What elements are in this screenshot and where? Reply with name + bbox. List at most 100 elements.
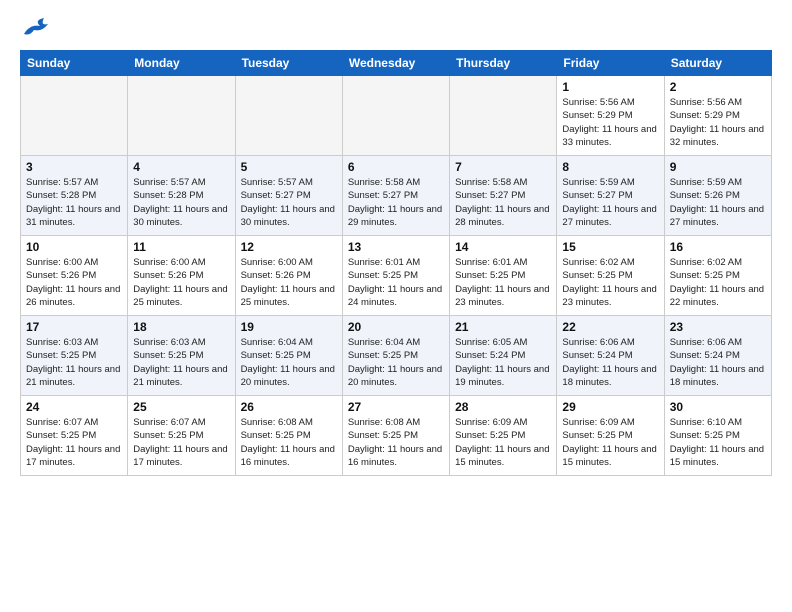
day-number: 19: [241, 320, 337, 334]
calendar-cell: 6 Sunrise: 5:58 AMSunset: 5:27 PMDaylight…: [342, 156, 449, 236]
day-number: 14: [455, 240, 551, 254]
day-number: 21: [455, 320, 551, 334]
day-info: Sunrise: 5:58 AMSunset: 5:27 PMDaylight:…: [348, 176, 444, 229]
day-number: 1: [562, 80, 658, 94]
calendar-cell: 20 Sunrise: 6:04 AMSunset: 5:25 PMDayligh…: [342, 316, 449, 396]
calendar-cell: 8 Sunrise: 5:59 AMSunset: 5:27 PMDaylight…: [557, 156, 664, 236]
day-info: Sunrise: 6:06 AMSunset: 5:24 PMDaylight:…: [670, 336, 766, 389]
day-number: 5: [241, 160, 337, 174]
weekday-thursday: Thursday: [450, 51, 557, 76]
calendar-cell: 23 Sunrise: 6:06 AMSunset: 5:24 PMDayligh…: [664, 316, 771, 396]
day-number: 20: [348, 320, 444, 334]
calendar-cell: 15 Sunrise: 6:02 AMSunset: 5:25 PMDayligh…: [557, 236, 664, 316]
calendar-cell: 2 Sunrise: 5:56 AMSunset: 5:29 PMDaylight…: [664, 76, 771, 156]
calendar-cell: 26 Sunrise: 6:08 AMSunset: 5:25 PMDayligh…: [235, 396, 342, 476]
day-info: Sunrise: 6:00 AMSunset: 5:26 PMDaylight:…: [26, 256, 122, 309]
day-number: 24: [26, 400, 122, 414]
weekday-monday: Monday: [128, 51, 235, 76]
day-info: Sunrise: 6:03 AMSunset: 5:25 PMDaylight:…: [133, 336, 229, 389]
day-info: Sunrise: 6:01 AMSunset: 5:25 PMDaylight:…: [455, 256, 551, 309]
day-number: 12: [241, 240, 337, 254]
calendar-cell: [450, 76, 557, 156]
calendar-cell: 3 Sunrise: 5:57 AMSunset: 5:28 PMDaylight…: [21, 156, 128, 236]
calendar-cell: 17 Sunrise: 6:03 AMSunset: 5:25 PMDayligh…: [21, 316, 128, 396]
calendar-row-5: 24 Sunrise: 6:07 AMSunset: 5:25 PMDayligh…: [21, 396, 772, 476]
day-info: Sunrise: 6:00 AMSunset: 5:26 PMDaylight:…: [241, 256, 337, 309]
day-info: Sunrise: 6:03 AMSunset: 5:25 PMDaylight:…: [26, 336, 122, 389]
day-info: Sunrise: 5:59 AMSunset: 5:27 PMDaylight:…: [562, 176, 658, 229]
day-number: 23: [670, 320, 766, 334]
calendar-cell: 22 Sunrise: 6:06 AMSunset: 5:24 PMDayligh…: [557, 316, 664, 396]
day-info: Sunrise: 6:00 AMSunset: 5:26 PMDaylight:…: [133, 256, 229, 309]
day-number: 4: [133, 160, 229, 174]
day-info: Sunrise: 6:09 AMSunset: 5:25 PMDaylight:…: [455, 416, 551, 469]
day-info: Sunrise: 6:06 AMSunset: 5:24 PMDaylight:…: [562, 336, 658, 389]
day-info: Sunrise: 5:56 AMSunset: 5:29 PMDaylight:…: [562, 96, 658, 149]
header: [20, 16, 772, 40]
calendar-cell: [235, 76, 342, 156]
day-number: 22: [562, 320, 658, 334]
calendar-cell: 14 Sunrise: 6:01 AMSunset: 5:25 PMDayligh…: [450, 236, 557, 316]
calendar-row-3: 10Sunrise: 6:00 AMSunset: 5:26 PMDayligh…: [21, 236, 772, 316]
day-number: 30: [670, 400, 766, 414]
day-info: Sunrise: 6:05 AMSunset: 5:24 PMDaylight:…: [455, 336, 551, 389]
day-number: 17: [26, 320, 122, 334]
day-number: 13: [348, 240, 444, 254]
day-info: Sunrise: 6:04 AMSunset: 5:25 PMDaylight:…: [348, 336, 444, 389]
calendar-row-4: 17 Sunrise: 6:03 AMSunset: 5:25 PMDayligh…: [21, 316, 772, 396]
calendar-cell: 1 Sunrise: 5:56 AMSunset: 5:29 PMDaylight…: [557, 76, 664, 156]
day-info: Sunrise: 6:10 AMSunset: 5:25 PMDaylight:…: [670, 416, 766, 469]
day-info: Sunrise: 6:08 AMSunset: 5:25 PMDaylight:…: [241, 416, 337, 469]
calendar-row-2: 3 Sunrise: 5:57 AMSunset: 5:28 PMDaylight…: [21, 156, 772, 236]
day-number: 26: [241, 400, 337, 414]
calendar-cell: 27Sunrise: 6:08 AMSunset: 5:25 PMDayligh…: [342, 396, 449, 476]
day-info: Sunrise: 5:59 AMSunset: 5:26 PMDaylight:…: [670, 176, 766, 229]
calendar-cell: [21, 76, 128, 156]
calendar-cell: 30 Sunrise: 6:10 AMSunset: 5:25 PMDayligh…: [664, 396, 771, 476]
day-number: 6: [348, 160, 444, 174]
weekday-wednesday: Wednesday: [342, 51, 449, 76]
calendar-table: SundayMondayTuesdayWednesdayThursdayFrid…: [20, 50, 772, 476]
day-number: 18: [133, 320, 229, 334]
day-number: 11: [133, 240, 229, 254]
calendar-cell: 11 Sunrise: 6:00 AMSunset: 5:26 PMDayligh…: [128, 236, 235, 316]
day-number: 29: [562, 400, 658, 414]
calendar-row-1: 1 Sunrise: 5:56 AMSunset: 5:29 PMDaylight…: [21, 76, 772, 156]
calendar-cell: 21 Sunrise: 6:05 AMSunset: 5:24 PMDayligh…: [450, 316, 557, 396]
day-number: 2: [670, 80, 766, 94]
day-info: Sunrise: 6:02 AMSunset: 5:25 PMDaylight:…: [670, 256, 766, 309]
day-info: Sunrise: 5:57 AMSunset: 5:28 PMDaylight:…: [26, 176, 122, 229]
day-number: 8: [562, 160, 658, 174]
day-number: 9: [670, 160, 766, 174]
day-info: Sunrise: 6:09 AMSunset: 5:25 PMDaylight:…: [562, 416, 658, 469]
day-info: Sunrise: 6:07 AMSunset: 5:25 PMDaylight:…: [26, 416, 122, 469]
weekday-header-row: SundayMondayTuesdayWednesdayThursdayFrid…: [21, 51, 772, 76]
calendar-cell: 19Sunrise: 6:04 AMSunset: 5:25 PMDayligh…: [235, 316, 342, 396]
calendar-cell: 7 Sunrise: 5:58 AMSunset: 5:27 PMDaylight…: [450, 156, 557, 236]
day-number: 16: [670, 240, 766, 254]
calendar-cell: 28 Sunrise: 6:09 AMSunset: 5:25 PMDayligh…: [450, 396, 557, 476]
calendar-cell: 16 Sunrise: 6:02 AMSunset: 5:25 PMDayligh…: [664, 236, 771, 316]
day-info: Sunrise: 5:57 AMSunset: 5:28 PMDaylight:…: [133, 176, 229, 229]
day-info: Sunrise: 6:07 AMSunset: 5:25 PMDaylight:…: [133, 416, 229, 469]
day-info: Sunrise: 6:02 AMSunset: 5:25 PMDaylight:…: [562, 256, 658, 309]
day-info: Sunrise: 5:57 AMSunset: 5:27 PMDaylight:…: [241, 176, 337, 229]
calendar-cell: 24 Sunrise: 6:07 AMSunset: 5:25 PMDayligh…: [21, 396, 128, 476]
calendar-cell: [128, 76, 235, 156]
day-number: 15: [562, 240, 658, 254]
calendar-cell: 5 Sunrise: 5:57 AMSunset: 5:27 PMDaylight…: [235, 156, 342, 236]
day-number: 3: [26, 160, 122, 174]
day-number: 28: [455, 400, 551, 414]
day-info: Sunrise: 5:58 AMSunset: 5:27 PMDaylight:…: [455, 176, 551, 229]
logo-bird-icon: [20, 16, 48, 40]
weekday-tuesday: Tuesday: [235, 51, 342, 76]
calendar-cell: 29 Sunrise: 6:09 AMSunset: 5:25 PMDayligh…: [557, 396, 664, 476]
day-number: 27: [348, 400, 444, 414]
day-info: Sunrise: 5:56 AMSunset: 5:29 PMDaylight:…: [670, 96, 766, 149]
day-info: Sunrise: 6:01 AMSunset: 5:25 PMDaylight:…: [348, 256, 444, 309]
day-number: 7: [455, 160, 551, 174]
calendar-cell: 10Sunrise: 6:00 AMSunset: 5:26 PMDayligh…: [21, 236, 128, 316]
calendar-cell: 13 Sunrise: 6:01 AMSunset: 5:25 PMDayligh…: [342, 236, 449, 316]
calendar-cell: 25Sunrise: 6:07 AMSunset: 5:25 PMDayligh…: [128, 396, 235, 476]
weekday-friday: Friday: [557, 51, 664, 76]
